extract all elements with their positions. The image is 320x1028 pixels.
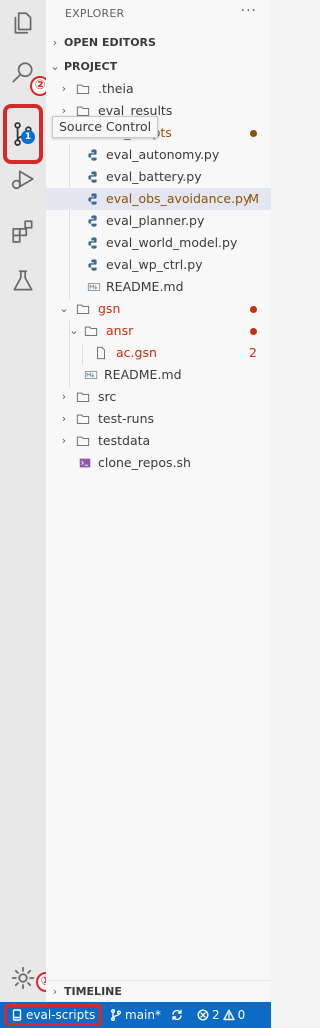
markdown-file-icon [87, 283, 101, 291]
python-file-icon [88, 193, 97, 205]
python-file-icon [88, 237, 97, 249]
tree-folder-theia[interactable]: › .theia [46, 78, 271, 100]
tree-label: clone_repos.sh [98, 455, 191, 470]
error-icon [197, 1009, 209, 1021]
folder-open-icon [84, 326, 98, 336]
markdown-file-icon [84, 371, 98, 379]
tree-label: eval_wp_ctrl.py [106, 257, 203, 272]
open-editors-section[interactable]: › OPEN EDITORS [46, 32, 271, 54]
testing-activity[interactable] [0, 258, 46, 304]
error-count: 2 [212, 1008, 220, 1022]
tree-label: eval_obs_avoidance.py [106, 191, 251, 206]
source-control-activity[interactable]: 1 [3, 104, 43, 164]
tree-label: README.md [106, 279, 184, 294]
chevron-right-icon: › [52, 36, 58, 49]
modified-dot [250, 130, 257, 137]
tree-label: src [98, 389, 117, 404]
tree-label: .theia [98, 81, 134, 96]
timeline-section[interactable]: › TIMELINE [46, 980, 271, 1002]
python-file-icon [88, 215, 97, 227]
tree-file-eval-obs-avoidance[interactable]: eval_obs_avoidance.py M [46, 188, 271, 210]
tree-folder-src[interactable]: › src [46, 386, 271, 408]
branch-name: main* [125, 1008, 161, 1022]
tree-label: eval_world_model.py [106, 235, 238, 250]
tree-file-eval-wp-ctrl[interactable]: eval_wp_ctrl.py [46, 254, 271, 276]
open-editors-label: OPEN EDITORS [64, 36, 156, 49]
folder-open-icon [76, 304, 90, 314]
scm-count-badge: 1 [21, 130, 35, 144]
chevron-right-icon: › [52, 985, 58, 998]
project-section[interactable]: ⌄ PROJECT [46, 56, 271, 78]
project-label: PROJECT [64, 60, 118, 73]
tree-file-eval-planner[interactable]: eval_planner.py [46, 210, 271, 232]
warning-count: 0 [237, 1008, 246, 1022]
tree-folder-testdata[interactable]: › testdata [46, 430, 271, 452]
folder-icon [76, 414, 90, 424]
tree-file-ac-gsn[interactable]: ac.gsn 2 [46, 342, 271, 364]
folder-icon [76, 436, 90, 446]
sync-status-item[interactable] [171, 1002, 183, 1028]
extensions-activity[interactable] [0, 208, 46, 254]
tree-label: eval_battery.py [106, 169, 202, 184]
debug-icon [11, 170, 34, 190]
chevron-down-icon: ⌄ [69, 324, 79, 337]
chevron-down-icon: ⌄ [59, 302, 69, 315]
extensions-icon [12, 220, 33, 243]
problems-status-item[interactable]: 2 0 [197, 1002, 245, 1028]
tree-label: ansr [106, 323, 134, 338]
explorer-title: EXPLORER [65, 7, 125, 20]
git-branch-icon [111, 1009, 121, 1021]
explorer-sidebar: EXPLORER ··· › OPEN EDITORS ⌄ PROJECT › .t… [46, 0, 271, 1002]
python-file-icon [88, 149, 97, 161]
activity-bar: 1 ② ① [0, 0, 56, 1002]
gear-icon [11, 966, 35, 990]
sync-icon [172, 1009, 182, 1021]
repo-status-item[interactable]: eval-scripts [4, 1004, 103, 1026]
python-file-icon [88, 171, 97, 183]
folder-icon [76, 392, 90, 402]
chevron-right-icon: › [61, 434, 67, 447]
branch-status-item[interactable]: main* [110, 1002, 161, 1028]
tree-label: eval_autonomy.py [106, 147, 220, 162]
tree-label: README.md [104, 367, 182, 382]
more-actions-icon[interactable]: ··· [241, 3, 257, 19]
tree-label: test-runs [98, 411, 155, 426]
tree-file-readme-gsn[interactable]: README.md [46, 364, 271, 386]
repo-name: eval-scripts [26, 1008, 96, 1022]
repo-icon [12, 1009, 22, 1021]
folder-icon [76, 84, 90, 94]
tree-file-eval-battery[interactable]: eval_battery.py [46, 166, 271, 188]
files-icon [14, 12, 32, 34]
flask-icon [13, 270, 33, 291]
chevron-right-icon: › [61, 390, 67, 403]
run-debug-activity[interactable] [0, 156, 46, 202]
explorer-activity[interactable] [0, 0, 46, 46]
tree-file-eval-world-model[interactable]: eval_world_model.py [46, 232, 271, 254]
tree-label: gsn [98, 301, 121, 316]
python-file-icon [88, 259, 97, 271]
chevron-right-icon: › [61, 82, 67, 95]
chevron-down-icon: ⌄ [50, 60, 60, 73]
tree-file-eval-autonomy[interactable]: eval_autonomy.py [46, 144, 271, 166]
error-dot [250, 306, 257, 313]
warning-icon [222, 1009, 235, 1021]
chevron-right-icon: › [61, 412, 67, 425]
tree-label: ac.gsn [116, 345, 157, 360]
tree-folder-test-runs[interactable]: › test-runs [46, 408, 271, 430]
problem-count: 2 [249, 345, 257, 360]
shell-file-icon [79, 458, 91, 468]
tree-label: eval_planner.py [106, 213, 205, 228]
tree-file-readme-scripts[interactable]: README.md [46, 276, 271, 298]
tree-label: testdata [98, 433, 151, 448]
tree-folder-gsn[interactable]: ⌄ gsn [46, 298, 271, 320]
tree-folder-ansr[interactable]: ⌄ ansr [46, 320, 271, 342]
error-dot [250, 328, 257, 335]
tree-file-clone-repos[interactable]: clone_repos.sh [46, 452, 271, 474]
status-bar: eval-scripts main* 2 0 [0, 1002, 271, 1028]
modified-badge: M [248, 191, 259, 206]
file-icon [97, 346, 105, 360]
source-control-tooltip: Source Control [52, 116, 159, 138]
timeline-label: TIMELINE [64, 985, 122, 998]
